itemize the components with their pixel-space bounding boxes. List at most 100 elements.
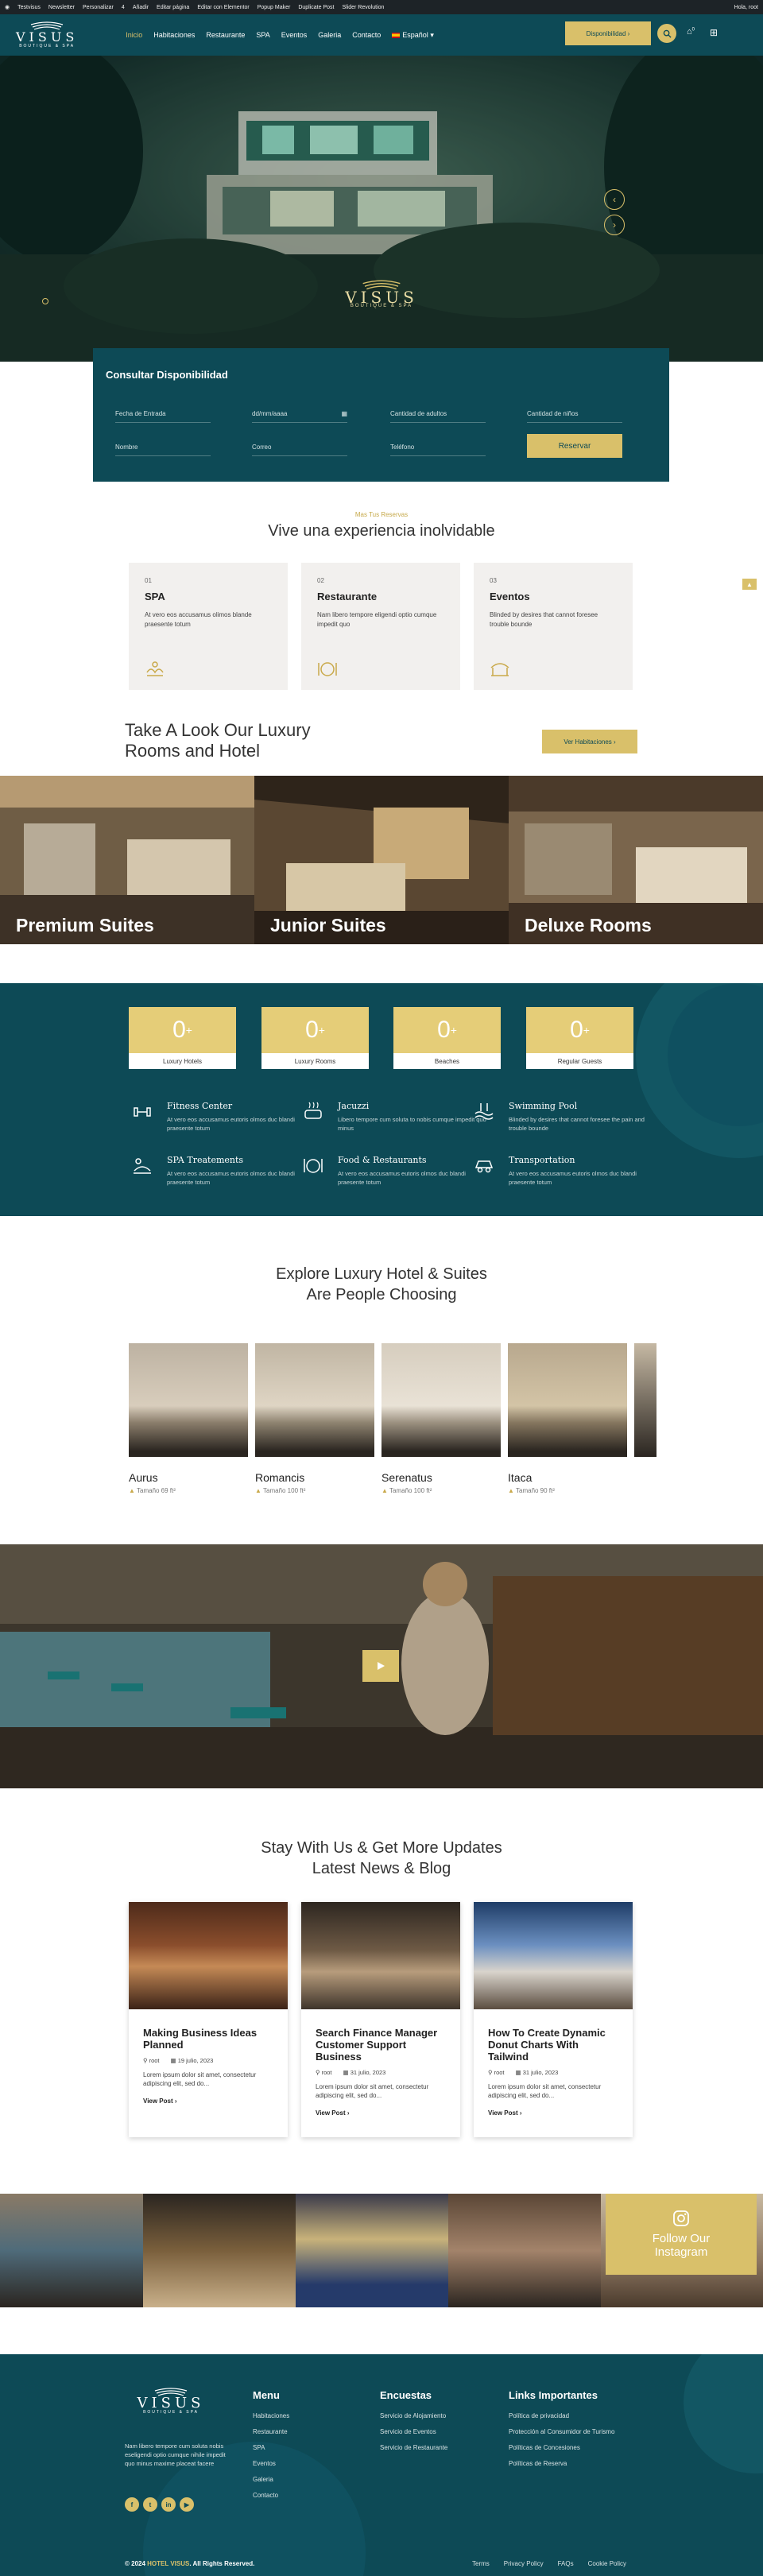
footer-link[interactable]: Políticas de Concesiones — [509, 2444, 614, 2451]
room-deluxe-rooms[interactable]: Deluxe Rooms — [509, 776, 763, 944]
post-excerpt: Lorem ipsum dolor sit amet, consectetur … — [488, 2083, 602, 2099]
youtube-icon[interactable]: ▶ — [180, 2497, 194, 2512]
footer-link[interactable]: Servicio de Alojamiento — [380, 2412, 447, 2419]
play-button[interactable] — [362, 1650, 399, 1682]
linkedin-icon[interactable]: in — [161, 2497, 176, 2512]
room-junior-suites[interactable]: Junior Suites — [254, 776, 509, 944]
adminbar-customize[interactable]: Personalizar — [83, 5, 114, 10]
post-image — [129, 1902, 288, 2009]
copyright-brand[interactable]: HOTEL VISUS — [147, 2560, 189, 2567]
view-post-link[interactable]: View Post › — [316, 2109, 446, 2117]
footer-link[interactable]: Servicio de Eventos — [380, 2428, 447, 2435]
blog-post-card[interactable]: Search Finance Manager Customer Support … — [301, 1902, 460, 2137]
nav-inicio[interactable]: Inicio — [126, 31, 142, 40]
footer-menu-title: Menu — [253, 2389, 280, 2401]
nav-eventos[interactable]: Eventos — [281, 31, 308, 40]
scroll-top-icon[interactable]: ▲ — [742, 579, 757, 590]
nav-contacto[interactable]: Contacto — [352, 31, 381, 40]
email-field[interactable]: Correo — [252, 444, 347, 456]
room-card-itaca[interactable]: Itaca ▲ Tamaño 90 ft² — [508, 1343, 627, 1494]
instagram-label: Follow Our Instagram — [652, 2232, 711, 2259]
name-field[interactable]: Nombre — [115, 444, 211, 456]
availability-button[interactable]: Disponibilidad › — [565, 21, 651, 45]
nav-habitaciones[interactable]: Habitaciones — [153, 31, 195, 40]
legal-link[interactable]: FAQs — [558, 2560, 574, 2567]
gallery-image[interactable] — [0, 2194, 153, 2307]
reserve-button[interactable]: Reservar — [527, 434, 622, 458]
gallery-image[interactable] — [448, 2194, 601, 2307]
cart-button[interactable]: ⌂0 — [687, 27, 695, 37]
instagram-follow-box[interactable]: Follow Our Instagram — [606, 2194, 757, 2275]
post-title[interactable]: Making Business Ideas Planned — [143, 2027, 273, 2051]
blog-post-card[interactable]: Making Business Ideas Planned ⚲ root ▦ 19… — [129, 1902, 288, 2137]
legal-link[interactable]: Privacy Policy — [504, 2560, 544, 2567]
adults-field[interactable]: Cantidad de adultos — [390, 410, 486, 423]
slider-next-icon[interactable]: › — [604, 215, 625, 235]
nav-restaurante[interactable]: Restaurante — [206, 31, 245, 40]
room-card-aurus[interactable]: Aurus ▲ Tamaño 69 ft² — [129, 1343, 248, 1494]
room-card-name: Aurus — [129, 1471, 158, 1484]
amenity-transport: Transportation At vero eos accusamus eut… — [474, 1155, 660, 1187]
footer-link[interactable]: Habitaciones — [253, 2412, 289, 2419]
view-post-link[interactable]: View Post › — [488, 2109, 618, 2117]
slider-prev-icon[interactable]: ‹ — [604, 189, 625, 210]
slider-dot-icon[interactable] — [42, 298, 48, 304]
view-post-label: View Post — [488, 2109, 518, 2117]
room-premium-suites[interactable]: Premium Suites — [0, 776, 254, 944]
search-button[interactable] — [657, 24, 676, 43]
adminbar-add[interactable]: Añadir — [133, 5, 149, 10]
room-card-name: Itaca — [508, 1471, 533, 1484]
adminbar-comments[interactable]: 4 — [122, 5, 125, 10]
room-card-size-value: Tamaño 100 ft² — [389, 1487, 432, 1494]
footer-link[interactable]: Eventos — [253, 2460, 289, 2467]
adminbar-duplicate[interactable]: Duplicate Post — [298, 5, 334, 10]
view-post-link[interactable]: View Post › — [143, 2098, 273, 2105]
stat-value: 0 — [570, 1017, 583, 1043]
footer-link[interactable]: Galeria — [253, 2476, 289, 2483]
gallery-image[interactable] — [296, 2194, 448, 2307]
footer-link[interactable]: Servicio de Restaurante — [380, 2444, 447, 2451]
adminbar-site[interactable]: Testvisus — [17, 5, 41, 10]
language-selector[interactable]: Español ▾ — [392, 31, 434, 40]
legal-link[interactable]: Terms — [472, 2560, 490, 2567]
nav-galeria[interactable]: Galeria — [318, 31, 341, 40]
footer-logo[interactable]: VISUS BOUTIQUE & SPA — [123, 2388, 219, 2415]
feature-number: 02 — [317, 577, 324, 584]
twitter-icon[interactable]: t — [143, 2497, 157, 2512]
gallery-image[interactable] — [143, 2194, 296, 2307]
adminbar-greeting[interactable]: Hola, root — [734, 5, 758, 10]
post-title[interactable]: How To Create Dynamic Donut Charts With … — [488, 2027, 618, 2063]
footer-link[interactable]: SPA — [253, 2444, 289, 2451]
stat-label: Luxury Hotels — [129, 1053, 236, 1069]
blog-post-card[interactable]: How To Create Dynamic Donut Charts With … — [474, 1902, 633, 2137]
room-card-romancis[interactable]: Romancis ▲ Tamaño 100 ft² — [255, 1343, 374, 1494]
adminbar-popup[interactable]: Popup Maker — [258, 5, 291, 10]
post-title[interactable]: Search Finance Manager Customer Support … — [316, 2027, 446, 2063]
footer-link[interactable]: Contacto — [253, 2492, 289, 2499]
view-rooms-button[interactable]: Ver Habitaciones › — [542, 730, 637, 753]
feature-card-events[interactable]: 03 Eventos Blinded by desires that canno… — [474, 563, 633, 690]
feature-card-restaurant[interactable]: 02 Restaurante Nam libero tempore eligen… — [301, 563, 460, 690]
footer-link[interactable]: Restaurante — [253, 2428, 289, 2435]
wp-logo-icon[interactable]: ◉ — [5, 4, 10, 10]
room-card-size: ▲ Tamaño 90 ft² — [508, 1487, 627, 1494]
site-logo[interactable]: VISUS BOUTIQUE & SPA — [16, 21, 78, 48]
nav-spa[interactable]: SPA — [256, 31, 269, 40]
footer-link[interactable]: Política de privacidad — [509, 2412, 614, 2419]
footer-link[interactable]: Protección al Consumidor de Turismo — [509, 2428, 614, 2435]
legal-link[interactable]: Cookie Policy — [588, 2560, 626, 2567]
room-card-serenatus[interactable]: Serenatus ▲ Tamaño 100 ft² — [382, 1343, 501, 1494]
adminbar-newsletter[interactable]: Newsletter — [48, 5, 75, 10]
adminbar-edit-page[interactable]: Editar página — [157, 5, 189, 10]
adminbar-slider[interactable]: Slider Revolution — [342, 5, 384, 10]
children-field[interactable]: Cantidad de niños — [527, 410, 622, 423]
date-input[interactable]: dd/mm/aaaa ▦ — [252, 410, 347, 423]
footer-link[interactable]: Políticas de Reserva — [509, 2460, 614, 2467]
feature-card-spa[interactable]: 01 SPA At vero eos accusamus olimos blan… — [129, 563, 288, 690]
arrival-date-field[interactable]: Fecha de Entrada — [115, 410, 211, 423]
menu-grid-icon[interactable]: ⊞ — [710, 27, 718, 38]
adminbar-elementor[interactable]: Editar con Elementor — [197, 5, 249, 10]
room-card-image — [508, 1343, 627, 1457]
facebook-icon[interactable]: f — [125, 2497, 139, 2512]
phone-field[interactable]: Teléfono — [390, 444, 486, 456]
